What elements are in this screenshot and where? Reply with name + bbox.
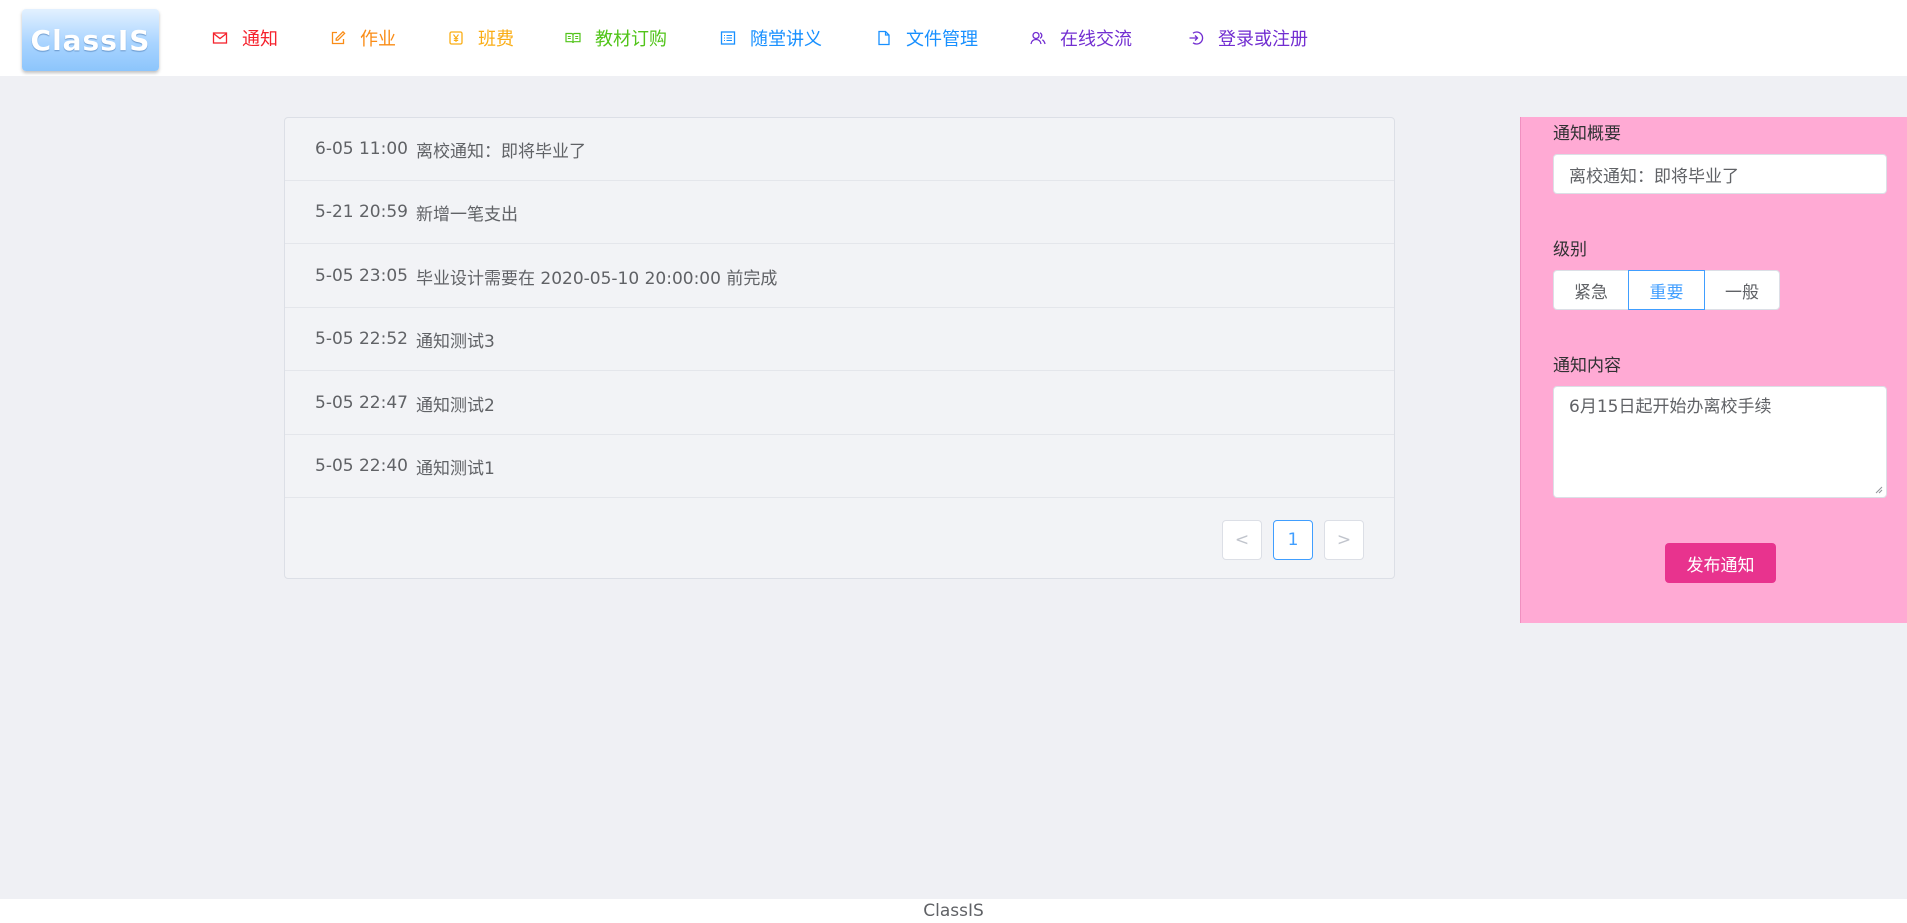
- notification-title: 通知测试2: [415, 395, 495, 416]
- nav-label: 登录或注册: [1218, 29, 1308, 50]
- notification-list-panel: 6-05 11:00 离校通知：即将毕业了 5-21 20:59 新增一笔支出 …: [284, 117, 1395, 579]
- content-label: 通知内容: [1553, 356, 1621, 376]
- notification-title: 毕业设计需要在 2020-05-10 20:00:00 前完成: [415, 268, 778, 289]
- nav-item-online-chat[interactable]: 在线交流: [1030, 22, 1132, 54]
- notification-title: 通知测试3: [415, 331, 495, 352]
- footer-text: ClassIS: [923, 901, 984, 921]
- level-radio-group: 紧急 重要 一般: [1553, 270, 1780, 310]
- list-item[interactable]: 6-05 11:00 离校通知：即将毕业了: [285, 118, 1394, 181]
- level-urgent-button[interactable]: 紧急: [1553, 270, 1629, 310]
- level-important-button[interactable]: 重要: [1628, 270, 1705, 310]
- level-label: 级别: [1553, 240, 1587, 260]
- nav-item-textbook-order[interactable]: 教材订购: [565, 22, 667, 54]
- notification-time: 5-21 20:59: [315, 202, 408, 222]
- resize-grip-icon[interactable]: [1873, 484, 1883, 494]
- nav-label: 教材订购: [595, 29, 667, 50]
- yen-icon: [448, 30, 464, 46]
- top-navbar: ClassIS 通知 作业 班费 教材订购 随堂讲义 文件管理 在线交流 登录或…: [0, 0, 1907, 76]
- nav-item-class-fee[interactable]: 班费: [448, 22, 514, 54]
- list-item[interactable]: 5-21 20:59 新增一笔支出: [285, 181, 1394, 244]
- book-icon: [565, 30, 581, 46]
- logo-text: ClassIS: [30, 23, 151, 57]
- summary-input[interactable]: 离校通知：即将毕业了: [1553, 154, 1887, 194]
- nav-label: 班费: [478, 29, 514, 50]
- list-item[interactable]: 5-05 22:40 通知测试1: [285, 435, 1394, 498]
- publish-button[interactable]: 发布通知: [1665, 543, 1776, 583]
- classis-logo[interactable]: ClassIS: [22, 9, 159, 71]
- mail-icon: [212, 30, 228, 46]
- notification-time: 5-05 22:40: [315, 456, 408, 476]
- nav-item-homework[interactable]: 作业: [330, 22, 396, 54]
- nav-label: 文件管理: [906, 29, 978, 50]
- nav-label: 通知: [242, 29, 278, 50]
- notification-time: 5-05 22:52: [315, 329, 408, 349]
- nav-label: 在线交流: [1060, 29, 1132, 50]
- level-normal-button[interactable]: 一般: [1704, 270, 1780, 310]
- publish-notification-form: 通知概要 离校通知：即将毕业了 级别 紧急 重要 一般 通知内容 6月15日起开…: [1520, 117, 1907, 623]
- notification-title: 离校通知：即将毕业了: [415, 141, 586, 162]
- nav-item-lecture-notes[interactable]: 随堂讲义: [720, 22, 822, 54]
- notification-time: 6-05 11:00: [315, 139, 408, 159]
- pagination-prev-button[interactable]: <: [1222, 520, 1262, 560]
- nav-item-file-management[interactable]: 文件管理: [876, 22, 978, 54]
- nav-item-notice[interactable]: 通知: [212, 22, 278, 54]
- content-text: 6月15日起开始办离校手续: [1569, 397, 1772, 417]
- pagination-page-button[interactable]: 1: [1273, 520, 1313, 560]
- notification-time: 5-05 23:05: [315, 266, 408, 286]
- document-icon: [876, 30, 892, 46]
- list-item[interactable]: 5-05 23:05 毕业设计需要在 2020-05-10 20:00:00 前…: [285, 245, 1394, 308]
- notification-title: 新增一笔支出: [415, 204, 518, 225]
- users-icon: [1030, 30, 1046, 46]
- nav-item-login-register[interactable]: 登录或注册: [1188, 22, 1308, 54]
- notification-title: 通知测试1: [415, 458, 495, 479]
- footer: ClassIS: [0, 899, 1907, 923]
- list-item[interactable]: 5-05 22:52 通知测试3: [285, 308, 1394, 371]
- summary-label: 通知概要: [1553, 124, 1621, 144]
- list-item[interactable]: 5-05 22:47 通知测试2: [285, 372, 1394, 435]
- pagination-next-button[interactable]: >: [1324, 520, 1364, 560]
- content-textarea[interactable]: 6月15日起开始办离校手续: [1553, 386, 1887, 498]
- login-icon: [1188, 30, 1204, 46]
- nav-label: 作业: [360, 29, 396, 50]
- edit-icon: [330, 30, 346, 46]
- nav-label: 随堂讲义: [750, 29, 822, 50]
- list-icon: [720, 30, 736, 46]
- notification-time: 5-05 22:47: [315, 393, 408, 413]
